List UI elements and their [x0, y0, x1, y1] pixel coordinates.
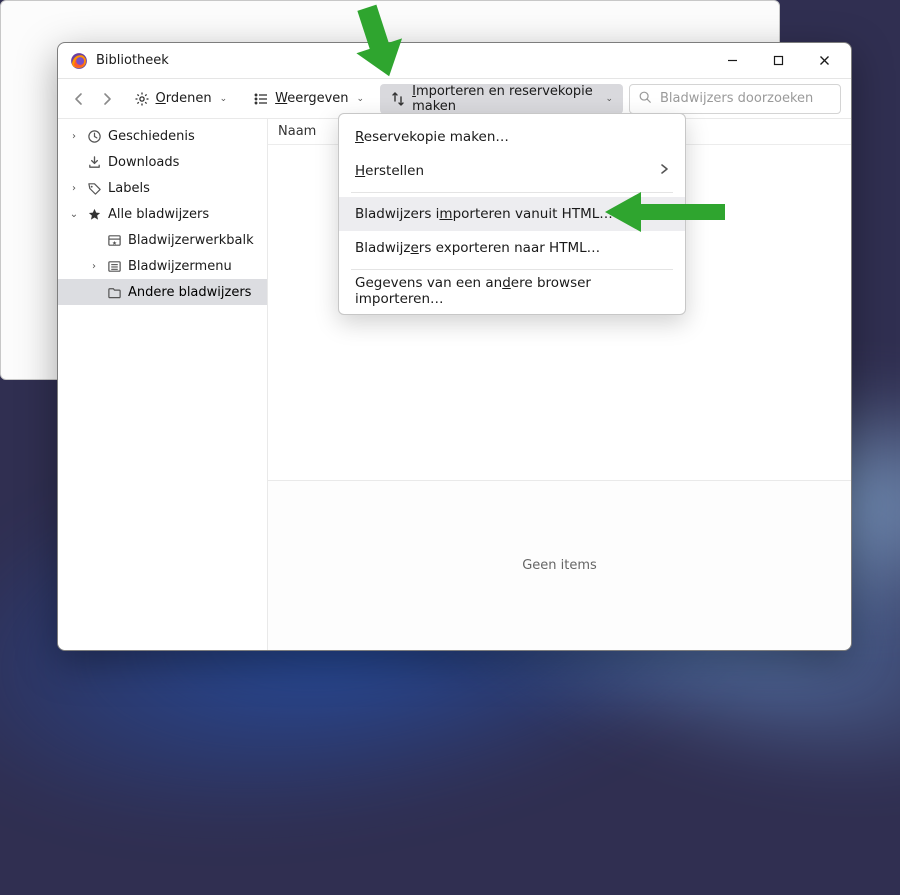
- sidebar-item-label: Bladwijzermenu: [128, 259, 232, 274]
- list-icon: [253, 91, 269, 107]
- sidebar-item-geschiedenis[interactable]: › Geschiedenis: [58, 123, 267, 149]
- import-backup-button[interactable]: Importeren en reservekopie maken ⌄: [380, 84, 623, 114]
- gear-icon: [134, 91, 150, 107]
- sidebar-item-bladwijzerwerkbalk[interactable]: Bladwijzerwerkbalk: [58, 227, 267, 253]
- column-name: Naam: [278, 124, 316, 139]
- search-input[interactable]: [658, 90, 832, 107]
- annotation-arrow-side: [605, 190, 725, 234]
- minimize-button[interactable]: [709, 45, 755, 77]
- sidebar-item-downloads[interactable]: Downloads: [58, 149, 267, 175]
- chevron-down-icon: ⌄: [357, 94, 365, 104]
- menu-separator: [351, 269, 673, 270]
- organize-label: Ordenen: [156, 91, 212, 106]
- menu-icon: [106, 259, 122, 274]
- sidebar-item-label: Labels: [108, 181, 150, 196]
- twisty-open-icon[interactable]: ⌄: [68, 209, 80, 220]
- search-input-container[interactable]: [629, 84, 841, 114]
- submenu-arrow-icon: [659, 163, 669, 179]
- folder-icon: [106, 285, 122, 300]
- views-label: Weergeven: [275, 91, 348, 106]
- forward-button[interactable]: [96, 85, 118, 113]
- clock-icon: [86, 129, 102, 144]
- twisty-closed-icon[interactable]: ›: [68, 183, 80, 194]
- sidebar-item-label: Bladwijzerwerkbalk: [128, 233, 254, 248]
- firefox-icon: [70, 52, 88, 70]
- maximize-button[interactable]: [755, 45, 801, 77]
- window-title: Bibliotheek: [96, 53, 169, 68]
- sidebar-item-alle-bladwijzers[interactable]: ⌄ Alle bladwijzers: [58, 201, 267, 227]
- search-icon: [638, 90, 652, 108]
- menu-item-bladwijzers-exporteren-naar-html[interactable]: Bladwijzers exporteren naar HTML…: [339, 231, 685, 265]
- empty-text: Geen items: [522, 558, 597, 573]
- sidebar-item-label: Alle bladwijzers: [108, 207, 209, 222]
- tag-icon: [86, 181, 102, 196]
- chevron-down-icon: ⌄: [220, 94, 228, 104]
- menu-item-gegevens-van-een-andere-browser-importeren[interactable]: Gegevens van een andere browser importer…: [339, 274, 685, 308]
- menu-item-label: Herstellen: [355, 163, 424, 179]
- menu-item-label: Reservekopie maken…: [355, 129, 509, 145]
- organize-button[interactable]: Ordenen ⌄: [124, 84, 238, 114]
- twisty-closed-icon[interactable]: ›: [68, 131, 80, 142]
- menu-item-herstellen[interactable]: Herstellen: [339, 154, 685, 188]
- back-button[interactable]: [68, 85, 90, 113]
- toolbar-icon: [106, 233, 122, 248]
- details-pane: Geen items: [268, 480, 851, 650]
- close-button[interactable]: [801, 45, 847, 77]
- menu-item-reservekopie-maken[interactable]: Reservekopie maken…: [339, 120, 685, 154]
- chevron-down-icon: ⌄: [605, 94, 613, 104]
- sidebar-item-label: Downloads: [108, 155, 179, 170]
- star-icon: [86, 207, 102, 222]
- menu-item-label: Bladwijzers importeren vanuit HTML…: [355, 206, 613, 222]
- library-window: Bibliotheek Ordenen ⌄: [57, 42, 852, 651]
- sidebar: › Geschiedenis Downloads › Labels ⌄ Alle bladw…: [58, 119, 268, 650]
- annotation-arrow-top: [348, 0, 408, 78]
- menu-item-label: Gegevens van een andere browser importer…: [355, 275, 669, 307]
- sidebar-item-label: Geschiedenis: [108, 129, 195, 144]
- sidebar-item-labels[interactable]: › Labels: [58, 175, 267, 201]
- sidebar-item-andere-bladwijzers[interactable]: Andere bladwijzers: [58, 279, 267, 305]
- menu-item-label: Bladwijzers exporteren naar HTML…: [355, 240, 600, 256]
- sidebar-item-bladwijzermenu[interactable]: › Bladwijzermenu: [58, 253, 267, 279]
- sidebar-item-label: Andere bladwijzers: [128, 285, 251, 300]
- download-icon: [86, 155, 102, 170]
- twisty-closed-icon[interactable]: ›: [88, 261, 100, 272]
- views-button[interactable]: Weergeven ⌄: [243, 84, 374, 114]
- import-export-icon: [390, 91, 406, 107]
- import-label: Importeren en reservekopie maken: [412, 84, 597, 114]
- titlebar: Bibliotheek: [58, 43, 851, 79]
